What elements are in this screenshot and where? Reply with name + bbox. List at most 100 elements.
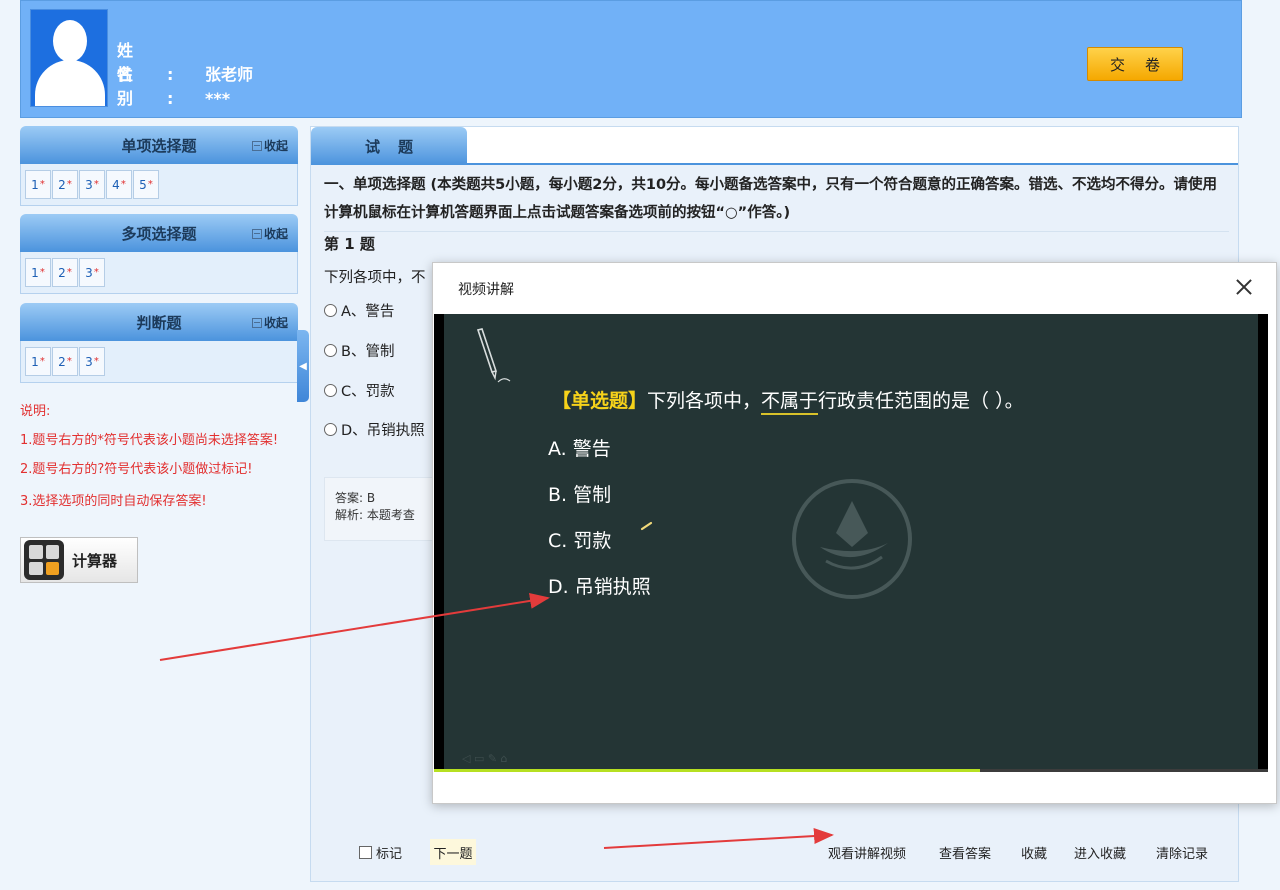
calculator-button[interactable]: 计算器: [20, 537, 138, 583]
unanswered-marker: *: [39, 356, 45, 367]
unanswered-marker: *: [93, 356, 99, 367]
option-a[interactable]: A、警告: [324, 300, 394, 321]
question-number-button[interactable]: 3 *: [79, 170, 105, 199]
collapse-button[interactable]: 收起: [251, 314, 288, 331]
instructions-notes: 说明: 1.题号右方的*符号代表该小题尚未选择答案! 2.题号右方的?符号代表该…: [20, 396, 300, 518]
mark-checkbox[interactable]: 标记: [359, 843, 402, 862]
calculator-label: 计算器: [72, 551, 118, 570]
submit-exam-button[interactable]: 交卷: [1087, 47, 1183, 81]
open-favorites-link[interactable]: 进入收藏: [1074, 843, 1126, 862]
question-number-button[interactable]: 1 *: [25, 170, 51, 199]
answer-text: 答案: B: [335, 491, 376, 505]
underlined-keyword: 不属于: [761, 390, 819, 415]
question-number-button[interactable]: 2 *: [52, 258, 78, 287]
video-option-c: C. 罚款: [548, 530, 612, 552]
watermark-logo-icon: [792, 479, 912, 599]
chalk-stroke-icon: [640, 521, 653, 531]
unanswered-marker: *: [120, 179, 126, 190]
unanswered-marker: *: [39, 267, 45, 278]
radio-button[interactable]: [324, 384, 337, 397]
dialog-title: 视频讲解: [458, 282, 514, 298]
question-number-button[interactable]: 2 *: [52, 347, 78, 376]
avatar-head-shape: [53, 20, 87, 62]
avatar: [30, 9, 108, 107]
video-explanation-dialog: 视频讲解 【单选题】下列各项中，不属于行政责任范围的是（ ）。 A. 警告 B.…: [432, 262, 1277, 804]
question-number-button[interactable]: 1 *: [25, 258, 51, 287]
gender-value: ***: [205, 89, 231, 108]
video-option-b: B. 管制: [548, 484, 612, 506]
unanswered-marker: *: [66, 267, 72, 278]
pen-icon: [476, 328, 511, 383]
question-number-button[interactable]: 1 *: [25, 347, 51, 376]
notes-line: 3.选择选项的同时自动保存答案!: [20, 494, 207, 509]
notes-heading: 说明:: [20, 404, 51, 419]
avatar-body-shape: [35, 60, 105, 106]
next-question-button[interactable]: 下一题: [430, 839, 476, 865]
video-progress-bar[interactable]: [434, 769, 1268, 772]
video-question-line: 【单选题】下列各项中，不属于行政责任范围的是（ ）。: [552, 386, 1024, 415]
panel-header: 判断题 收起: [20, 303, 298, 341]
question-number-button[interactable]: 4 *: [106, 170, 132, 199]
collapse-label: 收起: [263, 227, 288, 241]
panel-header: 多项选择题 收起: [20, 214, 298, 252]
collapse-icon: [251, 317, 262, 328]
question-number-list: 1 * 2 * 3 *: [20, 252, 298, 294]
unanswered-marker: *: [66, 179, 72, 190]
sidebar-toggle-handle[interactable]: ◀: [297, 330, 309, 402]
radio-button[interactable]: [324, 423, 337, 436]
question-title: 第 1 题: [324, 235, 375, 253]
collapse-label: 收起: [263, 316, 288, 330]
single-choice-panel: 单项选择题 收起 1 * 2 * 3 * 4 * 5 *: [20, 126, 298, 206]
favorite-link[interactable]: 收藏: [1021, 843, 1047, 862]
checkbox-icon: [359, 846, 372, 859]
question-number-button[interactable]: 2 *: [52, 170, 78, 199]
collapse-label: 收起: [263, 139, 288, 153]
option-c[interactable]: C、罚款: [324, 380, 395, 401]
chevron-left-icon: ◀: [299, 360, 307, 372]
question-type-tag: 【单选题】: [552, 390, 648, 412]
video-progress-fill: [434, 769, 981, 772]
tab-questions[interactable]: 试题: [311, 127, 467, 165]
unanswered-marker: *: [93, 267, 99, 278]
watch-video-link[interactable]: 观看讲解视频: [828, 843, 906, 862]
question-stem: 下列各项中，不: [324, 270, 426, 286]
video-controls-icon[interactable]: ◁ ▭ ✎ ⌂: [462, 752, 508, 765]
unanswered-marker: *: [147, 179, 153, 190]
panel-title: 多项选择题: [121, 224, 197, 243]
section-instruction: 一、单项选择题 (本类题共5小题，每小题2分，共10分。每小题备选答案中，只有一…: [324, 171, 1229, 232]
true-false-panel: 判断题 收起 1 * 2 * 3 *: [20, 303, 298, 383]
video-player[interactable]: 【单选题】下列各项中，不属于行政责任范围的是（ ）。 A. 警告 B. 管制 C…: [434, 314, 1268, 772]
question-action-bar: 标记 下一题 观看讲解视频 查看答案 收藏 进入收藏 清除记录: [311, 833, 1238, 873]
collapse-button[interactable]: 收起: [251, 137, 288, 154]
question-number-list: 1 * 2 * 3 *: [20, 341, 298, 383]
radio-button[interactable]: [324, 344, 337, 357]
question-number-list: 1 * 2 * 3 * 4 * 5 *: [20, 164, 298, 206]
video-frame: 【单选题】下列各项中，不属于行政责任范围的是（ ）。 A. 警告 B. 管制 C…: [444, 314, 1258, 769]
multiple-choice-panel: 多项选择题 收起 1 * 2 * 3 *: [20, 214, 298, 294]
video-option-d: D. 吊销执照: [548, 576, 651, 598]
unanswered-marker: *: [39, 179, 45, 190]
clear-records-link[interactable]: 清除记录: [1156, 843, 1208, 862]
radio-button[interactable]: [324, 304, 337, 317]
panel-header: 单项选择题 收起: [20, 126, 298, 164]
question-number-button[interactable]: 5 *: [133, 170, 159, 199]
panel-title: 判断题: [136, 313, 182, 332]
collapse-icon: [251, 228, 262, 239]
close-icon[interactable]: [1232, 275, 1256, 299]
gender-label: 性别:: [117, 65, 208, 108]
option-b[interactable]: B、管制: [324, 340, 394, 361]
option-d[interactable]: D、吊销执照: [324, 419, 425, 440]
collapse-icon: [251, 140, 262, 151]
question-number-button[interactable]: 3 *: [79, 347, 105, 376]
question-tab-bar: 试题: [311, 127, 1238, 165]
calculator-icon: [24, 540, 64, 580]
video-option-a: A. 警告: [548, 438, 611, 460]
analysis-text: 解析: 本题考查: [335, 508, 415, 522]
gender-row: 性别:***: [117, 61, 230, 109]
collapse-button[interactable]: 收起: [251, 225, 288, 242]
header-bar: 姓名:张老师 性别:*** 交卷: [20, 0, 1242, 118]
notes-line: 1.题号右方的*符号代表该小题尚未选择答案!: [20, 433, 279, 448]
answer-analysis-box: 答案: B 解析: 本题考查: [324, 477, 444, 541]
question-number-button[interactable]: 3 *: [79, 258, 105, 287]
view-answer-link[interactable]: 查看答案: [939, 843, 991, 862]
